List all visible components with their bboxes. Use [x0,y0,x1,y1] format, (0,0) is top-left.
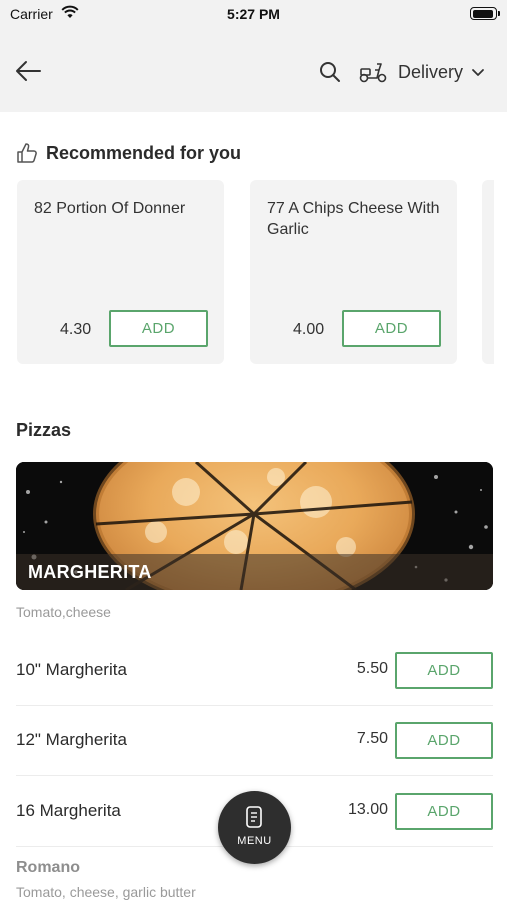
add-button[interactable]: ADD [342,310,441,347]
menu-item-row[interactable]: 10" Margherita 5.50 ADD [16,636,493,706]
menu-button-label: MENU [237,835,272,847]
scooter-icon [359,63,387,83]
arrow-left-icon[interactable] [14,57,42,85]
recommended-card-partial[interactable] [482,180,494,364]
delivery-label: Delivery [398,61,464,82]
recommended-item-name: 82 Portion Of Donner [34,200,186,217]
add-button[interactable]: ADD [109,310,208,347]
status-bar: Carrier 5:27 PM [0,0,507,30]
menu-item-price: 5.50 [356,660,388,677]
recommended-item-price: 4.00 [293,321,325,338]
menu-item-name: 12" Margherita [16,730,127,749]
recommended-card[interactable]: 77 A Chips Cheese With Garlic 4.00 ADD [250,180,457,364]
menu-item-name: Romano [16,859,80,876]
menu-item-description: Tomato, cheese, garlic butter [16,884,196,900]
status-time: 5:27 PM [227,6,280,22]
menu-item-name: 16 Margherita [16,801,121,820]
category-banner: MARGHERITA [16,462,493,590]
add-button[interactable]: ADD [395,652,493,689]
recommended-item-price: 4.30 [60,321,92,338]
banner-title: MARGHERITA [28,562,152,582]
menu-item-price: 7.50 [356,730,388,747]
recommended-heading: Recommended for you [16,142,241,164]
menu-item-price: 13.00 [347,801,388,818]
row-divider [16,775,493,776]
menu-card-icon [246,806,262,828]
recommended-item-name: 77 A Chips Cheese With Garlic [267,200,440,238]
top-bar: Delivery [0,30,507,112]
category-title: Pizzas [16,420,72,440]
recommended-card[interactable]: 82 Portion Of Donner 4.30 ADD [17,180,224,364]
search-icon[interactable] [318,60,342,84]
menu-button[interactable]: MENU [218,791,291,864]
thumbs-up-icon [17,143,37,163]
recommended-title: Recommended for you [46,142,242,163]
delivery-selector[interactable]: Delivery [358,58,485,86]
menu-item-row[interactable]: 12" Margherita 7.50 ADD [16,706,493,776]
chevron-down-icon [472,69,484,76]
add-button[interactable]: ADD [395,793,493,830]
menu-item-name: 10" Margherita [16,660,127,679]
battery-icon [470,7,500,20]
add-button[interactable]: ADD [395,722,493,759]
banner-description: Tomato,cheese [16,604,111,620]
